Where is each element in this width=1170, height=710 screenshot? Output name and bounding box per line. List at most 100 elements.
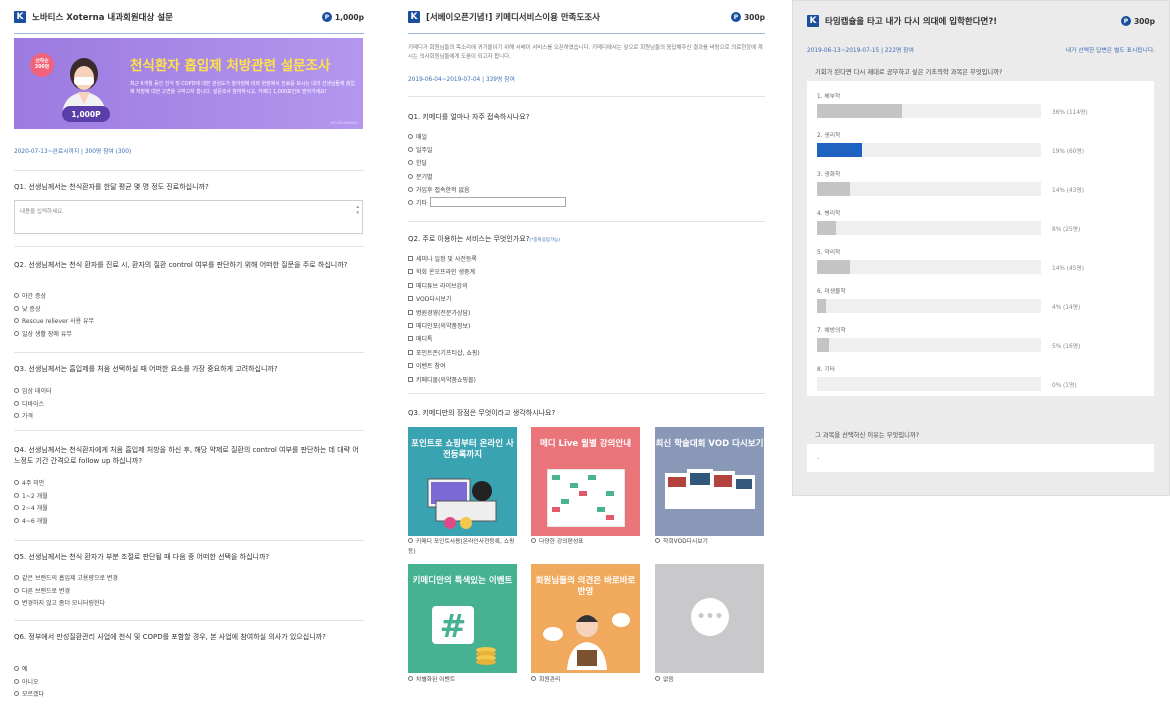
card-option-label[interactable]: 없음: [655, 675, 767, 685]
radio-option[interactable]: 2~4 개월: [14, 503, 48, 512]
advantage-card-none[interactable]: •••: [655, 564, 764, 673]
checkbox-icon[interactable]: [408, 296, 413, 302]
advantage-card-vod[interactable]: 최신 학술대회 VOD 다시보기: [655, 427, 764, 536]
radio-icon[interactable]: [14, 492, 19, 498]
radio-icon[interactable]: [14, 666, 19, 671]
checkbox-option[interactable]: 이벤트 참여: [408, 361, 446, 370]
checkbox-option[interactable]: 메디인포(의약품정보): [408, 321, 470, 330]
result-bar: [817, 104, 902, 118]
survey-panel-results: K 타임캡슐을 타고 내가 다시 의대에 입학한다면?! P 300p 2019…: [792, 0, 1170, 496]
checkbox-option[interactable]: 병원경영(전문가상담): [408, 308, 470, 317]
radio-icon[interactable]: [14, 480, 19, 485]
radio-icon[interactable]: [14, 388, 19, 393]
radio-icon[interactable]: [408, 676, 413, 681]
radio-option[interactable]: 일주일: [408, 145, 433, 154]
advantage-card-feedback[interactable]: 회원님들의 의견은 바로바로 반영: [531, 564, 640, 673]
card-option-label[interactable]: 회원관리: [531, 675, 643, 685]
survey-header: K 타임캡슐을 타고 내가 다시 의대에 입학한다면?! P 300p: [793, 1, 1169, 41]
radio-option[interactable]: 한달: [408, 158, 427, 167]
radio-icon[interactable]: [14, 678, 19, 684]
radio-icon[interactable]: [14, 600, 19, 605]
radio-icon[interactable]: [14, 575, 19, 580]
svg-text:#: #: [440, 607, 467, 645]
radio-option[interactable]: 디바이스: [14, 399, 44, 408]
radio-icon[interactable]: [531, 676, 536, 681]
checkbox-icon[interactable]: [408, 376, 413, 382]
survey-meta: 2020-07-13~완료시까지 | 300명 참여 (300): [14, 149, 132, 155]
scroll-arrows-icon[interactable]: ▴ ▾: [356, 204, 359, 216]
radio-icon[interactable]: [14, 330, 19, 336]
radio-option[interactable]: 같은 브랜드의 흡입제 고용량으로 변경: [14, 573, 118, 582]
radio-icon[interactable]: [408, 160, 413, 166]
radio-option[interactable]: 4~6 개월: [14, 516, 48, 525]
answer-textarea[interactable]: 내용을 입력하세요. ▴ ▾: [14, 200, 363, 234]
radio-icon[interactable]: [14, 691, 19, 696]
checkbox-icon[interactable]: [408, 323, 413, 328]
radio-icon[interactable]: [14, 413, 19, 418]
radio-option[interactable]: 낮 증상: [14, 304, 40, 313]
radio-icon[interactable]: [408, 147, 413, 153]
radio-option[interactable]: 야간 증상: [14, 291, 46, 300]
radio-option[interactable]: 매일: [408, 132, 427, 141]
checkbox-icon[interactable]: [408, 309, 413, 315]
radio-icon[interactable]: [408, 200, 413, 205]
card-option-label[interactable]: 다양한 강의편성표: [531, 537, 643, 547]
radio-icon[interactable]: [408, 173, 413, 179]
radio-option[interactable]: 모르겠다: [14, 689, 44, 698]
advantage-card-points[interactable]: 포인트로 쇼핑부터 온라인 사전등록까지: [408, 427, 517, 536]
checkbox-option[interactable]: 학회 온오프라인 생중계: [408, 267, 475, 276]
card-option-label[interactable]: 학회VOD다시보기: [655, 537, 767, 547]
card-option-label[interactable]: 키메디 포인트사용(온라인사전등록, 쇼핑 등): [408, 537, 520, 557]
radio-option[interactable]: 예: [14, 664, 28, 673]
radio-option[interactable]: 1~2 개월: [14, 491, 48, 500]
other-text-input[interactable]: [430, 197, 566, 207]
radio-icon[interactable]: [14, 293, 19, 298]
radio-icon[interactable]: [14, 318, 19, 323]
radio-option[interactable]: 기타: [408, 198, 427, 207]
option-label: 모르겠다: [22, 691, 45, 698]
radio-icon[interactable]: [14, 305, 19, 311]
radio-icon[interactable]: [408, 134, 413, 139]
checkbox-icon[interactable]: [408, 256, 413, 261]
radio-icon[interactable]: [14, 517, 19, 523]
radio-option[interactable]: 아니오: [14, 677, 39, 686]
survey-banner[interactable]: 선착순 300명 1,000P 천식환자 흡입제 처방관련 설문조사 최근 6개…: [14, 38, 363, 129]
radio-icon[interactable]: [14, 400, 19, 406]
result-percent: 4% (14명): [1052, 305, 1081, 311]
radio-option[interactable]: 다른 브랜드로 변경: [14, 586, 70, 595]
radio-option[interactable]: 변경하지 않고 좀더 모니터링한다: [14, 598, 105, 607]
radio-option[interactable]: 가입후 접속한적 없음: [408, 185, 470, 194]
checkbox-option[interactable]: VOD다시보기: [408, 294, 451, 303]
option-label: 예: [22, 666, 28, 673]
radio-icon[interactable]: [14, 587, 19, 593]
checkbox-icon[interactable]: [408, 336, 413, 342]
radio-option[interactable]: 분기별: [408, 172, 433, 181]
checkbox-option[interactable]: 키메디몰(의약품쇼핑몰): [408, 375, 476, 384]
radio-icon[interactable]: [655, 538, 660, 543]
radio-icon[interactable]: [408, 186, 413, 192]
result-percent: 5% (16명): [1052, 344, 1081, 350]
radio-option[interactable]: 4주 미만: [14, 478, 44, 487]
radio-option[interactable]: 일상 생활 장애 유무: [14, 329, 72, 338]
radio-option[interactable]: 임상 데이터: [14, 386, 52, 395]
checkbox-option[interactable]: 포인트존(기프티샵, 쇼핑): [408, 348, 480, 357]
advantage-card-live[interactable]: 메디 Live 월별 강의안내: [531, 427, 640, 536]
checkbox-option[interactable]: 메디튜브 라이브강의: [408, 281, 468, 290]
radio-icon[interactable]: [14, 505, 19, 510]
checkbox-icon[interactable]: [408, 363, 413, 369]
radio-icon[interactable]: [655, 676, 660, 681]
option-label: 다른 브랜드로 변경: [22, 587, 70, 595]
radio-option[interactable]: Rescue reliever 사용 유무: [14, 316, 94, 325]
radio-icon[interactable]: [531, 538, 536, 543]
checkbox-option[interactable]: 메디톡: [408, 334, 433, 343]
card-title: 최신 학술대회 VOD 다시보기: [655, 439, 764, 449]
advantage-card-event[interactable]: 키메디만의 특색있는 이벤트 #: [408, 564, 517, 673]
checkbox-icon[interactable]: [408, 282, 413, 288]
radio-icon[interactable]: [408, 538, 413, 543]
checkbox-icon[interactable]: [408, 269, 413, 275]
checkbox-icon[interactable]: [408, 349, 413, 355]
card-option-label[interactable]: 차별화된 이벤트: [408, 675, 520, 685]
radio-option[interactable]: 가격: [14, 411, 33, 420]
option-label: 임상 데이터: [22, 388, 52, 395]
checkbox-option[interactable]: 세미나 일정 및 사전등록: [408, 254, 477, 263]
